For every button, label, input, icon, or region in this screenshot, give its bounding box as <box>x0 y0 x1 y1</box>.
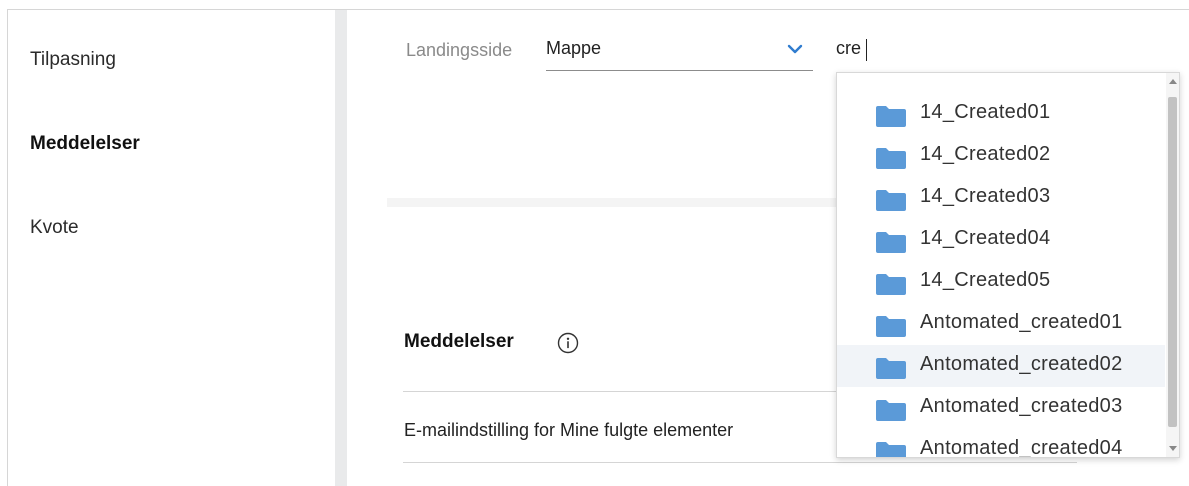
dropdown-scrollbar[interactable] <box>1166 73 1179 457</box>
folder-option[interactable]: Antomated_created04 <box>837 429 1165 457</box>
folder-option[interactable]: 14_Created01 <box>837 93 1165 135</box>
landing-page-label: Landingsside <box>406 40 513 60</box>
folder-option[interactable]: Antomated_created01 <box>837 303 1165 345</box>
chevron-down-icon <box>787 44 803 54</box>
folder-icon <box>876 358 906 379</box>
info-icon[interactable] <box>557 332 579 354</box>
sidebar-item-meddelelser[interactable]: Meddelelser <box>30 133 140 155</box>
scroll-up-arrow-icon[interactable] <box>1169 79 1177 84</box>
landing-page-select-value: Mappe <box>546 38 602 58</box>
notifications-heading: Meddelelser <box>404 331 514 352</box>
settings-sidebar: Tilpasning Meddelelser Kvote <box>8 10 335 486</box>
folder-option-hovered[interactable]: Antomated_created02 <box>837 345 1165 387</box>
sidebar-divider <box>335 10 347 486</box>
email-setting-label[interactable]: E-mailindstilling for Mine fulgte elemen… <box>404 420 733 441</box>
text-caret <box>866 39 867 61</box>
divider-line <box>403 462 1077 463</box>
settings-main: Landingsside Mappe cre Meddelelser E-mai… <box>347 10 1189 486</box>
sidebar-item-tilpasning[interactable]: Tilpasning <box>30 49 116 71</box>
folder-option[interactable]: 14_Created03 <box>837 177 1165 219</box>
folder-option[interactable]: 14_Created02 <box>837 135 1165 177</box>
scroll-down-arrow-icon[interactable] <box>1169 446 1177 451</box>
folder-option[interactable]: 14_Created04 <box>837 219 1165 261</box>
folder-icon <box>876 232 906 253</box>
section-separator-band <box>387 198 837 207</box>
folder-icon <box>876 190 906 211</box>
folder-icon <box>876 400 906 421</box>
sidebar-item-kvote[interactable]: Kvote <box>30 217 79 239</box>
scrollbar-thumb[interactable] <box>1168 97 1177 427</box>
folder-search-value: cre <box>836 38 862 58</box>
folder-icon <box>876 274 906 295</box>
folder-icon <box>876 442 906 457</box>
landing-page-select[interactable]: Mappe <box>546 32 813 71</box>
folder-search-input[interactable]: cre <box>836 32 1178 74</box>
folder-option[interactable]: 14_Created05 <box>837 261 1165 303</box>
folder-suggestions-dropdown: 14_Created01 14_Created02 14_Created03 1… <box>836 72 1180 458</box>
folder-icon <box>876 106 906 127</box>
folder-icon <box>876 148 906 169</box>
folder-option[interactable]: Antomated_created03 <box>837 387 1165 429</box>
folder-icon <box>876 316 906 337</box>
window-top-strip <box>0 0 1189 9</box>
